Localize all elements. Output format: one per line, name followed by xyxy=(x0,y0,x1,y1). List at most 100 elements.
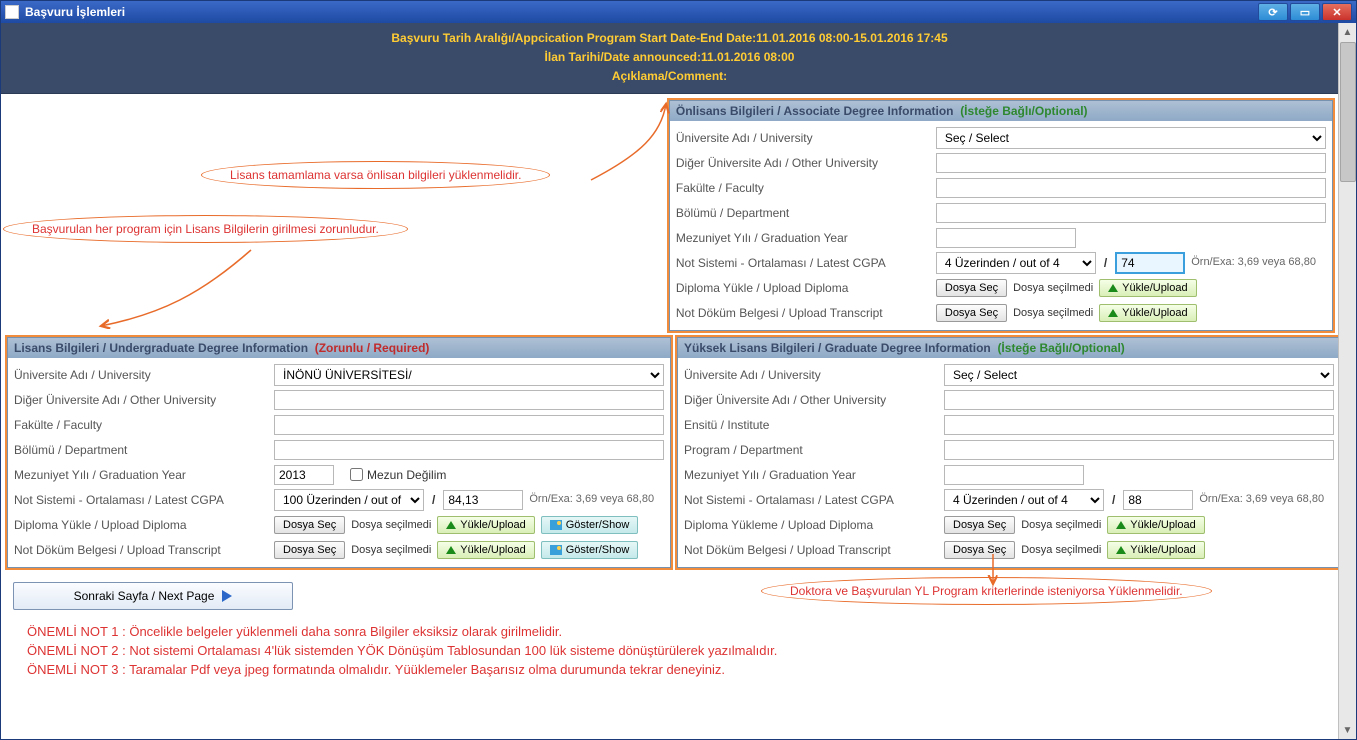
ug-university-select[interactable]: İNÖNÜ ÜNİVERSİTESİ/ xyxy=(274,364,664,386)
assoc-other-university-label: Diğer Üniversite Adı / Other University xyxy=(676,156,936,170)
ug-transcript-choose-button[interactable]: Dosya Seç xyxy=(274,541,345,559)
ug-other-university-input[interactable] xyxy=(274,390,664,410)
gr-other-university-input[interactable] xyxy=(944,390,1334,410)
upload-icon xyxy=(446,546,456,554)
ug-transcript-file-status: Dosya seçilmedi xyxy=(351,544,431,556)
ug-department-label: Bölümü / Department xyxy=(14,443,274,457)
gr-transcript-label: Not Döküm Belgesi / Upload Transcript xyxy=(684,543,944,557)
refresh-button[interactable]: ⟳ xyxy=(1258,3,1288,21)
upload-icon xyxy=(446,521,456,529)
banner-line3: Açıklama/Comment: xyxy=(1,67,1338,86)
gr-diploma-upload-button[interactable]: Yükle/Upload xyxy=(1107,516,1204,534)
assoc-transcript-upload-button[interactable]: Yükle/Upload xyxy=(1099,304,1196,322)
window-title: Başvuru İşlemleri xyxy=(25,5,125,19)
ug-cgpa-hint: Örn/Exa: 3,69 veya 68,80 xyxy=(529,493,654,506)
assoc-faculty-label: Fakülte / Faculty xyxy=(676,181,936,195)
gr-university-select[interactable]: Seç / Select xyxy=(944,364,1334,386)
assoc-cgpa-hint: Örn/Exa: 3,69 veya 68,80 xyxy=(1191,256,1316,269)
annotation-lisans: Başvurulan her program için Lisans Bilgi… xyxy=(3,222,408,236)
assoc-faculty-input[interactable] xyxy=(936,178,1326,198)
scroll-up-arrow[interactable]: ▲ xyxy=(1339,23,1356,41)
ug-transcript-upload-button[interactable]: Yükle/Upload xyxy=(437,541,534,559)
ug-not-graduated-label: Mezun Değilim xyxy=(367,468,446,482)
note-2: ÖNEMLİ NOT 2 : Not sistemi Ortalaması 4'… xyxy=(27,643,1312,658)
gr-gradyear-input[interactable] xyxy=(944,465,1084,485)
next-page-button[interactable]: Sonraki Sayfa / Next Page xyxy=(13,582,293,610)
gr-university-label: Üniversite Adı / University xyxy=(684,368,944,382)
banner-line2: İlan Tarihi/Date announced:11.01.2016 08… xyxy=(1,48,1338,67)
graduate-panel: Yüksek Lisans Bilgileri / Graduate Degre… xyxy=(677,337,1338,568)
ug-cgpa-scale-select[interactable]: 100 Üzerinden / out of 1 xyxy=(274,489,424,511)
gr-cgpa-input[interactable] xyxy=(1123,490,1193,510)
slash-separator: / xyxy=(430,493,437,507)
note-1: ÖNEMLİ NOT 1 : Öncelikle belgeler yüklen… xyxy=(27,624,1312,639)
undergrad-panel: Lisans Bilgileri / Undergraduate Degree … xyxy=(7,337,671,568)
assoc-diploma-choose-button[interactable]: Dosya Seç xyxy=(936,279,1007,297)
upload-icon xyxy=(1108,309,1118,317)
ug-cgpa-input[interactable] xyxy=(443,490,523,510)
undergrad-panel-header: Lisans Bilgileri / Undergraduate Degree … xyxy=(8,338,670,358)
assoc-transcript-choose-button[interactable]: Dosya Seç xyxy=(936,304,1007,322)
assoc-diploma-label: Diploma Yükle / Upload Diploma xyxy=(676,281,936,295)
scroll-down-arrow[interactable]: ▼ xyxy=(1339,721,1356,739)
gr-transcript-choose-button[interactable]: Dosya Seç xyxy=(944,541,1015,559)
upload-icon xyxy=(1116,546,1126,554)
ug-gradyear-input[interactable] xyxy=(274,465,334,485)
assoc-department-input[interactable] xyxy=(936,203,1326,223)
gr-diploma-choose-button[interactable]: Dosya Seç xyxy=(944,516,1015,534)
assoc-cgpa-label: Not Sistemi - Ortalaması / Latest CGPA xyxy=(676,256,936,270)
ug-transcript-show-button[interactable]: Göster/Show xyxy=(541,541,639,559)
app-window: Başvuru İşlemleri ⟳ ▭ ✕ Başvuru Tarih Ar… xyxy=(0,0,1357,740)
assoc-diploma-upload-button[interactable]: Yükle/Upload xyxy=(1099,279,1196,297)
assoc-gradyear-label: Mezuniyet Yılı / Graduation Year xyxy=(676,231,936,245)
scroll-thumb[interactable] xyxy=(1340,42,1356,182)
ug-diploma-show-button[interactable]: Göster/Show xyxy=(541,516,639,534)
close-button[interactable]: ✕ xyxy=(1322,3,1352,21)
upload-icon xyxy=(1116,521,1126,529)
assoc-department-label: Bölümü / Department xyxy=(676,206,936,220)
window-titlebar: Başvuru İşlemleri ⟳ ▭ ✕ xyxy=(1,1,1356,23)
gr-other-university-label: Diğer Üniversite Adı / Other University xyxy=(684,393,944,407)
ug-gradyear-label: Mezuniyet Yılı / Graduation Year xyxy=(14,468,274,482)
ug-diploma-choose-button[interactable]: Dosya Seç xyxy=(274,516,345,534)
window-icon xyxy=(5,5,19,19)
ug-faculty-label: Fakülte / Faculty xyxy=(14,418,274,432)
assoc-diploma-file-status: Dosya seçilmedi xyxy=(1013,282,1093,294)
main-area: Başvuru Tarih Aralığı/Appcication Progra… xyxy=(1,23,1338,739)
gr-cgpa-scale-select[interactable]: 4 Üzerinden / out of 4 xyxy=(944,489,1104,511)
assoc-cgpa-scale-select[interactable]: 4 Üzerinden / out of 4 xyxy=(936,252,1096,274)
content: Başvuru Tarih Aralığı/Appcication Progra… xyxy=(1,23,1356,739)
vertical-scrollbar[interactable]: ▲ ▼ xyxy=(1338,23,1356,739)
gr-diploma-file-status: Dosya seçilmedi xyxy=(1021,519,1101,531)
gr-gradyear-label: Mezuniyet Yılı / Graduation Year xyxy=(684,468,944,482)
ug-faculty-input[interactable] xyxy=(274,415,664,435)
assoc-cgpa-input[interactable] xyxy=(1115,252,1185,274)
ug-not-graduated-wrapper[interactable]: Mezun Değilim xyxy=(350,468,446,482)
ug-diploma-upload-button[interactable]: Yükle/Upload xyxy=(437,516,534,534)
gr-program-input[interactable] xyxy=(944,440,1334,460)
important-notes: ÖNEMLİ NOT 1 : Öncelikle belgeler yüklen… xyxy=(7,618,1332,683)
banner-line1: Başvuru Tarih Aralığı/Appcication Progra… xyxy=(1,29,1338,48)
ug-department-input[interactable] xyxy=(274,440,664,460)
gr-transcript-file-status: Dosya seçilmedi xyxy=(1021,544,1101,556)
annotation-graduate: Doktora ve Başvurulan YL Program kriterl… xyxy=(761,584,1212,598)
assoc-other-university-input[interactable] xyxy=(936,153,1326,173)
annotation-onlisans: Lisans tamamlama varsa önlisan bilgileri… xyxy=(201,168,550,182)
minimize-button[interactable]: ▭ xyxy=(1290,3,1320,21)
image-icon xyxy=(550,520,562,530)
assoc-gradyear-input[interactable] xyxy=(936,228,1076,248)
assoc-university-select[interactable]: Seç / Select xyxy=(936,127,1326,149)
gr-institute-input[interactable] xyxy=(944,415,1334,435)
gr-transcript-upload-button[interactable]: Yükle/Upload xyxy=(1107,541,1204,559)
assoc-university-label: Üniversite Adı / University xyxy=(676,131,936,145)
assoc-transcript-label: Not Döküm Belgesi / Upload Transcript xyxy=(676,306,936,320)
ug-transcript-label: Not Döküm Belgesi / Upload Transcript xyxy=(14,543,274,557)
graduate-panel-header: Yüksek Lisans Bilgileri / Graduate Degre… xyxy=(678,338,1338,358)
ug-diploma-label: Diploma Yükle / Upload Diploma xyxy=(14,518,274,532)
arrow-right-icon xyxy=(222,590,232,602)
upload-icon xyxy=(1108,284,1118,292)
ug-not-graduated-checkbox[interactable] xyxy=(350,468,363,481)
slash-separator: / xyxy=(1102,256,1109,270)
note-3: ÖNEMLİ NOT 3 : Taramalar Pdf veya jpeg f… xyxy=(27,662,1312,677)
slash-separator: / xyxy=(1110,493,1117,507)
